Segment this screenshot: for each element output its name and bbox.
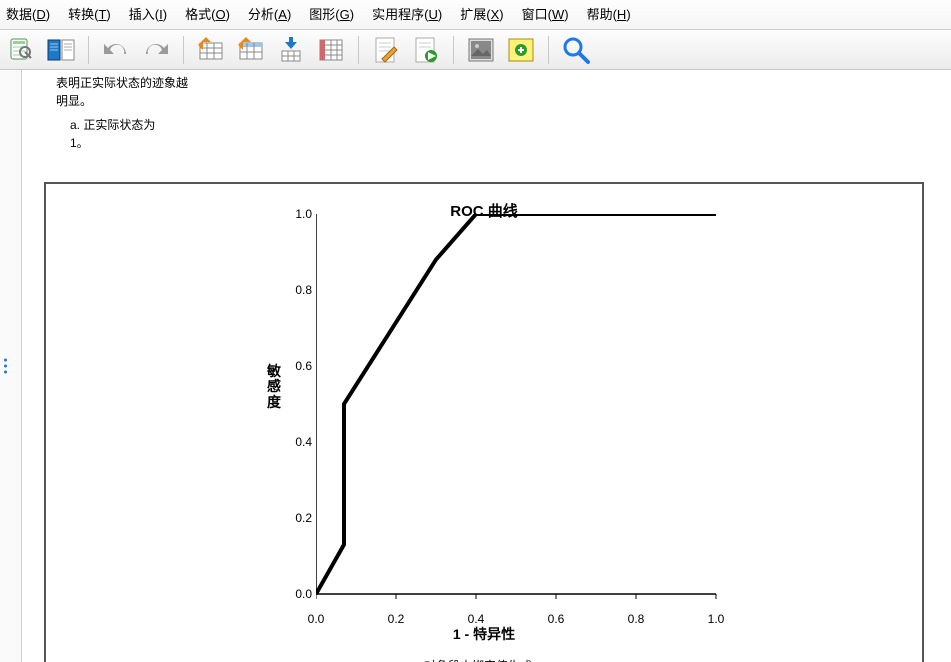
new-chart-icon[interactable] bbox=[506, 35, 536, 65]
preview-icon[interactable] bbox=[6, 35, 36, 65]
toolbar-separator bbox=[88, 36, 89, 64]
redo-icon[interactable] bbox=[141, 35, 171, 65]
menu-graph[interactable]: 图形(G) bbox=[309, 4, 354, 23]
menu-extensions[interactable]: 扩展(X) bbox=[460, 4, 503, 23]
menu-window[interactable]: 窗口(W) bbox=[522, 4, 569, 23]
y-tick-label: 0.4 bbox=[272, 435, 312, 449]
y-tick-label: 0.0 bbox=[272, 587, 312, 601]
goto-variable-icon[interactable] bbox=[236, 35, 266, 65]
y-tick-label: 0.8 bbox=[272, 283, 312, 297]
menu-format[interactable]: 格式(O) bbox=[185, 4, 230, 23]
notes-line1: 表明正实际状态的迹象越 bbox=[56, 76, 188, 90]
document-edit-icon[interactable] bbox=[371, 35, 401, 65]
menu-help[interactable]: 帮助(H) bbox=[587, 4, 631, 23]
chart-xlabel: 1 - 特异性 bbox=[46, 624, 922, 644]
y-tick-label: 0.2 bbox=[272, 511, 312, 525]
goto-data-icon[interactable] bbox=[196, 35, 226, 65]
output-document: 表明正实际状态的迹象越 明显。 a. 正实际状态为 1。 ROC 曲线 敏感度 bbox=[22, 70, 951, 662]
menu-transform[interactable]: 转换(T) bbox=[68, 4, 111, 23]
toolbar-separator bbox=[548, 36, 549, 64]
print-icon[interactable] bbox=[46, 35, 76, 65]
y-tick-label: 0.6 bbox=[272, 359, 312, 373]
menu-data-label: 数据 bbox=[6, 7, 32, 22]
menu-data-hotkey: D bbox=[36, 7, 45, 22]
menu-analyze[interactable]: 分析(A) bbox=[248, 4, 291, 23]
toolbar-separator bbox=[453, 36, 454, 64]
run-descriptives-icon[interactable] bbox=[411, 35, 441, 65]
y-tick-label: 1.0 bbox=[272, 207, 312, 221]
photo-icon[interactable] bbox=[466, 35, 496, 65]
menu-utilities[interactable]: 实用程序(U) bbox=[372, 4, 442, 23]
menu-data[interactable]: 数据(D) bbox=[6, 4, 50, 23]
notes-sub-b: 1。 bbox=[70, 136, 89, 150]
toolbar-separator bbox=[183, 36, 184, 64]
chart-plot-area: 0.00.20.40.60.81.0 0.00.20.40.60.81.0 bbox=[316, 214, 726, 608]
chart-object[interactable]: ROC 曲线 敏感度 0.0 bbox=[44, 182, 924, 662]
menu-insert[interactable]: 插入(I) bbox=[129, 4, 167, 23]
outline-gutter bbox=[0, 70, 22, 662]
undo-icon[interactable] bbox=[101, 35, 131, 65]
notes-sub-a: a. 正实际状态为 bbox=[70, 118, 155, 132]
export-icon[interactable] bbox=[276, 35, 306, 65]
notes-block: 表明正实际状态的迹象越 明显。 a. 正实际状态为 1。 bbox=[56, 74, 941, 152]
select-cases-icon[interactable] bbox=[316, 35, 346, 65]
resize-handle-icon[interactable] bbox=[4, 359, 7, 374]
search-icon[interactable] bbox=[561, 35, 591, 65]
notes-line2: 明显。 bbox=[56, 94, 92, 108]
toolbar-separator bbox=[358, 36, 359, 64]
